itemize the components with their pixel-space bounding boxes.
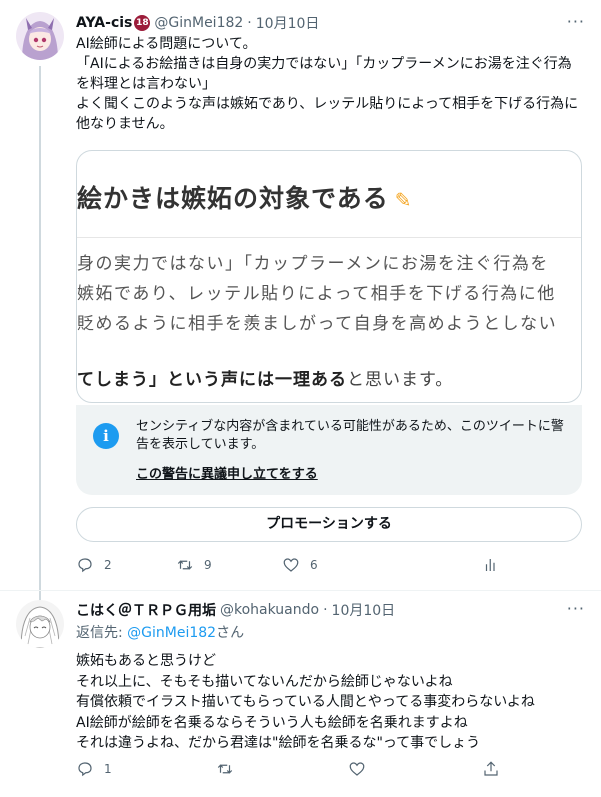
avatar[interactable] xyxy=(16,12,64,60)
card-title-text: 絵かきは嫉妬の対象である xyxy=(77,184,389,213)
tweet-header: AYA-cis 18 @GinMei182 · 10月10日 ··· xyxy=(76,12,585,34)
card-divider xyxy=(77,237,581,238)
stats-icon xyxy=(485,559,495,571)
card-text-line: 嫉妬であり、レッテル貼りによって相手を下げる行為に他 xyxy=(77,284,556,304)
warning-text: センシティブな内容が含まれている可能性があるため、このツイートに警告を表示してい… xyxy=(136,419,564,452)
like-count: 6 xyxy=(310,558,318,572)
share-icon xyxy=(484,761,498,776)
sensitive-warning: i センシティブな内容が含まれている可能性があるため、このツイートに警告を表示し… xyxy=(76,405,582,495)
author-name[interactable]: こはく＠ＴＲＰＧ用垢 xyxy=(76,600,216,620)
promote-button[interactable]: プロモーションする xyxy=(76,507,582,542)
tweet-body: AYA-cis 18 @GinMei182 · 10月10日 ··· AI絵師に… xyxy=(76,12,585,134)
card-title: 絵かきは嫉妬の対象である ✎ xyxy=(77,179,413,215)
author-name[interactable]: AYA-cis xyxy=(76,15,132,31)
retweet-icon xyxy=(217,764,233,774)
author-handle[interactable]: @kohakuando xyxy=(220,602,319,618)
retweet-icon xyxy=(177,560,193,570)
tweet-header: こはく＠ＴＲＰＧ用垢 @kohakuando · 10月10日 ··· xyxy=(76,599,585,621)
card-text-line: 貶めるように相手を羨ましがって自身を高めようとしない xyxy=(77,314,558,334)
tweet-aya[interactable]: AYA-cis 18 @GinMei182 · 10月10日 ··· AI絵師に… xyxy=(0,0,601,590)
reply-icon xyxy=(78,558,92,573)
tweet-text: 嫉妬もあると思うけど それ以上に、そもそも描いてないんだから絵師じゃないよね 有… xyxy=(76,653,535,751)
more-icon[interactable]: ··· xyxy=(567,12,585,31)
like-button[interactable]: 6 xyxy=(282,556,318,574)
avatar[interactable] xyxy=(16,600,64,648)
age-badge: 18 xyxy=(134,15,151,31)
reply-button[interactable]: 1 xyxy=(76,760,112,778)
replying-handle-link[interactable]: @GinMei182 xyxy=(127,625,216,641)
reply-count: 2 xyxy=(104,558,112,572)
tweet-actions: 2 9 6 xyxy=(76,554,506,576)
reply-count: 1 xyxy=(104,762,112,776)
tweet-actions: 1 xyxy=(76,758,506,780)
retweet-count: 9 xyxy=(204,558,212,572)
replying-suffix: さん xyxy=(216,625,245,641)
card-text-last: てしまう」という声には一理あると思います。 xyxy=(77,365,453,390)
stats-button[interactable] xyxy=(482,556,500,574)
share-button[interactable] xyxy=(482,760,500,778)
replying-to: 返信先: @GinMei182さん xyxy=(76,623,585,643)
pencil-icon: ✎ xyxy=(394,188,413,212)
card-bold-text: てしまう」という声には一理ある xyxy=(77,370,347,390)
appeal-link[interactable]: この警告に異議申し立てをする xyxy=(136,463,318,482)
tweet-kohaku[interactable]: こはく＠ＴＲＰＧ用垢 @kohakuando · 10月10日 ··· 返信先:… xyxy=(0,590,601,797)
like-icon xyxy=(283,558,299,572)
tweet-date[interactable]: 10月10日 xyxy=(332,600,396,620)
card-text-line: 身の実力ではない」「カップラーメンにお湯を注ぐ行為を xyxy=(77,254,549,274)
retweet-button[interactable] xyxy=(216,760,234,778)
reply-button[interactable]: 2 xyxy=(76,556,112,574)
tweet-date[interactable]: 10月10日 xyxy=(256,13,320,33)
separator-dot: · xyxy=(323,602,328,618)
tweet-text: AI絵師による問題について。 「AIによるお絵描きは自身の実力ではない」「カップ… xyxy=(76,36,579,132)
author-handle[interactable]: @GinMei182 xyxy=(154,15,243,31)
retweet-button[interactable]: 9 xyxy=(176,556,212,574)
separator-dot: · xyxy=(247,15,252,31)
link-card[interactable]: 絵かきは嫉妬の対象である ✎ 身の実力ではない」「カップラーメンにお湯を注ぐ行為を… xyxy=(76,150,582,403)
like-button[interactable] xyxy=(348,760,366,778)
tweet-body: こはく＠ＴＲＰＧ用垢 @kohakuando · 10月10日 ··· 返信先:… xyxy=(76,599,585,754)
reply-icon xyxy=(78,762,92,777)
info-icon: i xyxy=(93,423,119,449)
like-icon xyxy=(349,762,365,776)
more-icon[interactable]: ··· xyxy=(567,599,585,618)
card-rest-text: と思います。 xyxy=(347,370,454,390)
replying-prefix: 返信先: xyxy=(76,625,128,641)
